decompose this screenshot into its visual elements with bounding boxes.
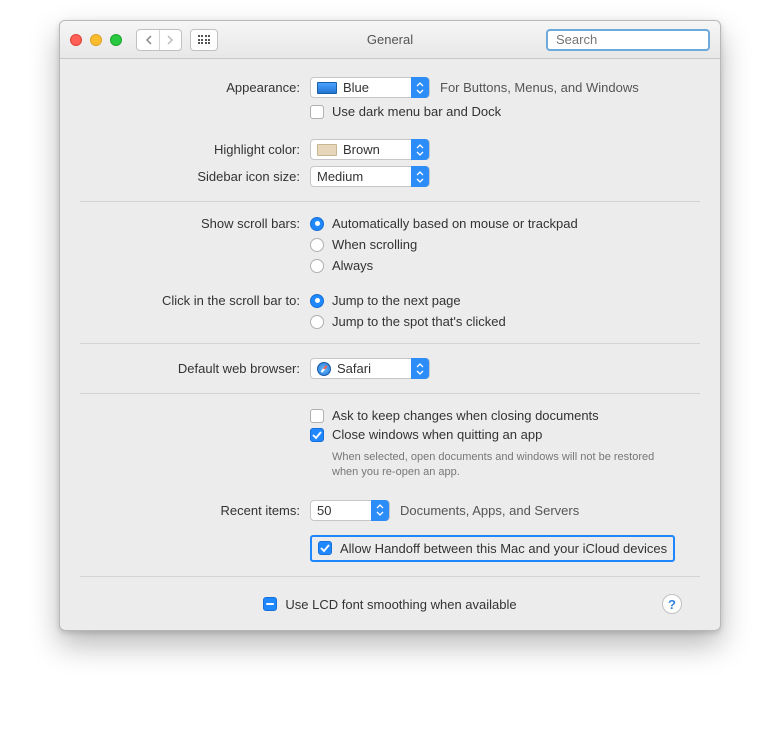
divider [80, 343, 700, 344]
scrollbars-radio-group: Automatically based on mouse or trackpad… [310, 216, 578, 273]
close-window-button[interactable] [70, 34, 82, 46]
radio-dot[interactable] [310, 294, 324, 308]
back-button[interactable] [137, 30, 159, 50]
close-windows-label: Close windows when quitting an app [332, 427, 542, 442]
click-scroll-next-radio[interactable]: Jump to the next page [310, 293, 506, 308]
scrollbars-label: Show scroll bars: [80, 216, 310, 231]
click-scroll-spot-label: Jump to the spot that's clicked [332, 314, 506, 329]
zoom-window-button[interactable] [110, 34, 122, 46]
browser-value: Safari [337, 361, 371, 376]
divider [80, 393, 700, 394]
browser-label: Default web browser: [80, 361, 310, 376]
highlight-label: Highlight color: [80, 142, 310, 157]
brown-swatch-icon [317, 144, 337, 156]
scrollbars-scrolling-radio[interactable]: When scrolling [310, 237, 578, 252]
nav-buttons [136, 29, 182, 51]
ask-changes-checkbox-row[interactable]: Ask to keep changes when closing documen… [310, 408, 599, 423]
sidebar-icon-select[interactable]: Medium [310, 166, 430, 187]
titlebar: General [60, 21, 720, 59]
radio-dot[interactable] [310, 315, 324, 329]
window-controls [70, 34, 122, 46]
radio-dot[interactable] [310, 238, 324, 252]
recent-hint: Documents, Apps, and Servers [400, 503, 579, 518]
divider [80, 576, 700, 577]
grid-icon [198, 35, 211, 44]
lcd-checkbox-row[interactable]: Use LCD font smoothing when available [263, 597, 516, 612]
divider [80, 201, 700, 202]
scrollbars-auto-label: Automatically based on mouse or trackpad [332, 216, 578, 231]
radio-dot[interactable] [310, 217, 324, 231]
recent-value: 50 [317, 503, 331, 518]
appearance-select[interactable]: Blue [310, 77, 430, 98]
click-scroll-next-label: Jump to the next page [332, 293, 461, 308]
sidebar-icon-label: Sidebar icon size: [80, 169, 310, 184]
click-scroll-label: Click in the scroll bar to: [80, 293, 310, 308]
chevron-right-icon [167, 35, 174, 45]
chevron-left-icon [145, 35, 152, 45]
lcd-label: Use LCD font smoothing when available [285, 597, 516, 612]
help-button[interactable]: ? [662, 594, 682, 614]
sidebar-icon-value: Medium [317, 169, 363, 184]
lcd-checkbox[interactable] [263, 597, 277, 611]
appearance-hint: For Buttons, Menus, and Windows [440, 80, 639, 95]
preferences-window: General Appearance: Blue For Buttons, Me… [59, 20, 721, 631]
radio-dot[interactable] [310, 259, 324, 273]
highlight-value: Brown [343, 142, 380, 157]
dark-mode-checkbox[interactable] [310, 105, 324, 119]
safari-icon [317, 362, 331, 376]
recent-label: Recent items: [80, 503, 310, 518]
appearance-label: Appearance: [80, 80, 310, 95]
help-icon: ? [668, 597, 676, 612]
minimize-window-button[interactable] [90, 34, 102, 46]
scrollbars-scrolling-label: When scrolling [332, 237, 417, 252]
scrollbars-always-label: Always [332, 258, 373, 273]
handoff-checkbox-row[interactable]: Allow Handoff between this Mac and your … [318, 541, 667, 556]
handoff-highlight: Allow Handoff between this Mac and your … [310, 535, 675, 562]
window-title: General [367, 32, 413, 47]
handoff-checkbox[interactable] [318, 541, 332, 555]
close-windows-checkbox-row[interactable]: Close windows when quitting an app [310, 427, 542, 442]
forward-button[interactable] [159, 30, 181, 50]
recent-select[interactable]: 50 [310, 500, 390, 521]
dark-mode-checkbox-row[interactable]: Use dark menu bar and Dock [310, 104, 501, 119]
browser-select[interactable]: Safari [310, 358, 430, 379]
ask-changes-label: Ask to keep changes when closing documen… [332, 408, 599, 423]
appearance-value: Blue [343, 80, 369, 95]
scrollbars-auto-radio[interactable]: Automatically based on mouse or trackpad [310, 216, 578, 231]
scrollbars-always-radio[interactable]: Always [310, 258, 578, 273]
highlight-select[interactable]: Brown [310, 139, 430, 160]
content-area: Appearance: Blue For Buttons, Menus, and… [60, 59, 720, 630]
search-input[interactable] [556, 32, 721, 47]
handoff-label: Allow Handoff between this Mac and your … [340, 541, 667, 556]
show-all-button[interactable] [190, 29, 218, 51]
blue-swatch-icon [317, 82, 337, 94]
click-scroll-radio-group: Jump to the next page Jump to the spot t… [310, 293, 506, 329]
close-windows-checkbox[interactable] [310, 428, 324, 442]
dark-mode-label: Use dark menu bar and Dock [332, 104, 501, 119]
search-field[interactable] [546, 29, 710, 51]
click-scroll-spot-radio[interactable]: Jump to the spot that's clicked [310, 314, 506, 329]
close-windows-hint: When selected, open documents and window… [332, 450, 672, 480]
ask-changes-checkbox[interactable] [310, 409, 324, 423]
